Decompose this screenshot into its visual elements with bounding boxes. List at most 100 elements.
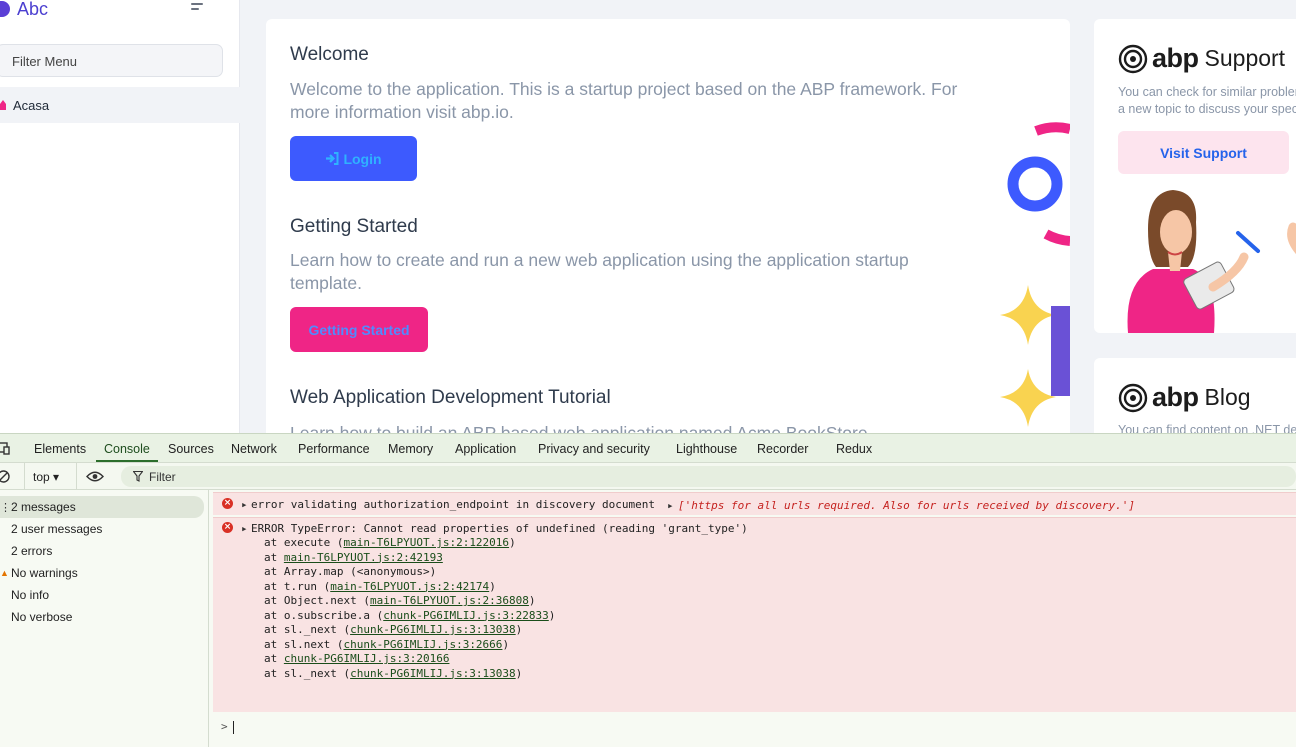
blog-text: You can find content on .NET development — [1118, 423, 1296, 433]
support-header: abp Support — [1118, 43, 1285, 74]
stack-trace: at execute (main-T6LPYUOT.js:2:122016) at… — [264, 536, 555, 681]
stack-frame-text: ) — [528, 594, 536, 607]
stack-frame: at chunk-PG6IMLIJ.js:3:20166 — [264, 652, 555, 667]
brand-name: Abc — [17, 0, 49, 19]
expand-triangle-icon[interactable]: ▸ — [667, 499, 674, 512]
sidebar-errors[interactable]: 2 errors — [0, 540, 204, 562]
devtools-tabbar: Elements Console Sources Network Perform… — [0, 434, 1296, 463]
active-tab-indicator — [96, 460, 158, 462]
support-illustration-icon — [1127, 190, 1296, 333]
stack-frame-text: ) — [548, 608, 556, 622]
sidebar-messages-label: 2 messages — [11, 500, 76, 514]
clear-console-icon[interactable] — [0, 470, 10, 483]
context-value: top — [33, 470, 50, 484]
tab-console[interactable]: Console — [104, 442, 150, 456]
tab-recorder[interactable]: Recorder — [757, 442, 808, 456]
stack-frame-link[interactable]: main-T6LPYUOT.js:2:36808 — [370, 594, 529, 607]
stack-frame-text: ) — [509, 536, 516, 549]
context-selector[interactable]: top ▾ — [33, 470, 59, 484]
stack-frame: at main-T6LPYUOT.js:2:42193 — [264, 551, 555, 566]
error-icon: × — [222, 498, 233, 509]
stack-frame: at sl.next (chunk-PG6IMLIJ.js:3:2666) — [264, 638, 555, 653]
stack-frame-text: at o.subscribe.a ( — [264, 608, 384, 622]
menu-toggle-icon[interactable] — [191, 0, 207, 10]
console-input-caret[interactable] — [233, 721, 234, 734]
console-error-message[interactable]: × ▸ ERROR TypeError: Cannot read propert… — [213, 517, 1296, 712]
brand[interactable]: Abc — [0, 0, 48, 24]
stack-frame-text: at sl._next ( — [264, 623, 351, 636]
support-label: Support — [1204, 45, 1286, 71]
sidebar-item-acasa[interactable]: Acasa — [0, 87, 240, 123]
tab-memory[interactable]: Memory — [388, 442, 433, 456]
sidebar-info[interactable]: No info — [0, 584, 204, 606]
stack-frame-link[interactable]: chunk-PG6IMLIJ.js:3:20166 — [284, 652, 450, 665]
filter-icon — [133, 471, 143, 482]
sidebar-warnings[interactable]: ▲ No warnings — [0, 562, 204, 584]
sidebar-info-label: No info — [11, 588, 50, 602]
stack-frame-link[interactable]: chunk-PG6IMLIJ.js:3:13038 — [350, 667, 516, 680]
sidebar-item-label: Acasa — [13, 97, 50, 113]
console-error-message[interactable]: × ▸ error validating authorization_endpo… — [213, 492, 1296, 515]
stack-frame-link[interactable]: main-T6LPYUOT.js:2:42193 — [284, 551, 443, 564]
console-toolbar: top ▾ Filter — [0, 463, 1296, 490]
tab-redux[interactable]: Redux — [836, 442, 872, 456]
console-messages: × ▸ error validating authorization_endpo… — [209, 490, 1296, 747]
tab-performance[interactable]: Performance — [298, 442, 370, 456]
support-logo-word: abp — [1152, 43, 1199, 73]
chevron-down-icon: ▾ — [53, 470, 60, 484]
stack-frame-text: at execute ( — [264, 536, 344, 549]
stack-frame: at sl._next (chunk-PG6IMLIJ.js:3:13038) — [264, 667, 555, 682]
visit-support-button[interactable]: Visit Support — [1118, 131, 1289, 174]
error-text: error validating authorization_endpoint … — [251, 498, 655, 511]
sidebar-messages[interactable]: ⋮ 2 messages — [0, 496, 204, 518]
stack-frame-link[interactable]: chunk-PG6IMLIJ.js:3:13038 — [350, 623, 516, 636]
live-expression-eye-icon[interactable] — [86, 471, 104, 482]
tab-privacy-security[interactable]: Privacy and security — [538, 442, 650, 456]
stack-frame-link[interactable]: chunk-PG6IMLIJ.js:3:2666 — [343, 638, 502, 651]
sidebar-verbose-label: No verbose — [11, 610, 73, 624]
tab-application[interactable]: Application — [455, 442, 516, 456]
stack-frame-text: at sl.next ( — [264, 637, 344, 651]
tab-elements[interactable]: Elements — [34, 442, 86, 456]
blog-logo-word: abp — [1152, 382, 1199, 412]
brand-logo-icon — [0, 1, 10, 17]
support-text-line2: a new topic to discuss your specific — [1118, 102, 1296, 116]
expand-triangle-icon[interactable]: ▸ — [241, 498, 248, 511]
stack-frame-link[interactable]: main-T6LPYUOT.js:2:122016 — [343, 536, 509, 549]
stack-frame-text: at t.run ( — [264, 579, 331, 593]
console-filter-input[interactable]: Filter — [121, 466, 1296, 487]
error-detail: ['https for all urls required. Also for … — [678, 499, 1135, 512]
expand-triangle-icon[interactable]: ▸ — [241, 522, 248, 535]
console-prompt: > — [221, 720, 228, 733]
blog-card: abp Blog You can find content on .NET de… — [1094, 358, 1296, 433]
tab-lighthouse[interactable]: Lighthouse — [676, 442, 737, 456]
tab-network[interactable]: Network — [231, 442, 277, 456]
sidebar-verbose[interactable]: No verbose — [0, 606, 204, 628]
stack-frame-link[interactable]: main-T6LPYUOT.js:2:42174 — [330, 580, 489, 593]
stack-frame-text: ) — [502, 637, 510, 651]
stack-frame-text: ) — [515, 623, 523, 636]
stack-frame-link[interactable]: chunk-PG6IMLIJ.js:3:22833 — [383, 609, 549, 622]
blog-header: abp Blog — [1118, 382, 1251, 413]
abp-logo-icon — [1118, 44, 1148, 73]
support-text-line1: You can check for similar problems — [1118, 85, 1296, 99]
stack-frame: at sl._next (chunk-PG6IMLIJ.js:3:13038) — [264, 623, 555, 638]
console-sidebar: ⋮ 2 messages 2 user messages 2 errors ▲ … — [0, 490, 209, 747]
tab-sources[interactable]: Sources — [168, 442, 214, 456]
devtools-panel: Elements Console Sources Network Perform… — [0, 433, 1296, 747]
stack-frame-text: at — [264, 652, 284, 665]
device-toggle-icon[interactable] — [0, 442, 10, 455]
abp-logo-icon — [1118, 383, 1148, 412]
welcome-card: Welcome Welcome to the application. This… — [266, 19, 1070, 433]
filter-menu-input[interactable]: Filter Menu — [0, 44, 223, 77]
sidebar: Abc Filter Menu Acasa — [0, 0, 240, 433]
stack-frame-text: at sl._next ( — [264, 666, 351, 680]
app-area: Abc Filter Menu Acasa Welcome Welcome to… — [0, 0, 1296, 433]
stack-frame: at o.subscribe.a (chunk-PG6IMLIJ.js:3:22… — [264, 609, 555, 624]
stack-frame: at execute (main-T6LPYUOT.js:2:122016) — [264, 536, 555, 551]
home-icon — [0, 100, 6, 110]
support-card: abp Support You can check for similar pr… — [1094, 19, 1296, 333]
sidebar-warnings-label: No warnings — [11, 566, 78, 580]
sidebar-user-messages[interactable]: 2 user messages — [0, 518, 204, 540]
stack-frame-text: at Object.next ( — [264, 594, 370, 607]
